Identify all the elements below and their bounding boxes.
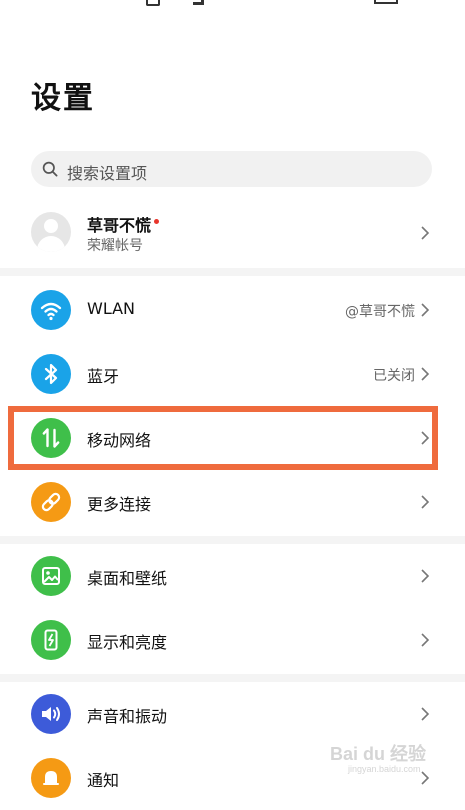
bell-icon <box>31 758 71 798</box>
settings-item-wallpaper[interactable]: 桌面和壁纸 <box>0 544 465 608</box>
settings-item-label: 显示和亮度 <box>87 633 168 652</box>
search-bar[interactable]: 搜索设置项 <box>31 151 432 187</box>
settings-item-value: @草哥不慌 <box>345 304 415 320</box>
status-icon <box>146 0 160 6</box>
settings-item-label: 通知 <box>87 771 120 790</box>
status-icon <box>193 0 204 5</box>
search-icon <box>42 161 58 177</box>
notification-dot <box>154 219 159 224</box>
chevron-right-icon <box>421 569 430 583</box>
display-icon <box>31 620 71 660</box>
settings-item-value: 已关闭 <box>373 368 415 384</box>
chevron-right-icon <box>421 495 430 509</box>
chevron-right-icon <box>421 303 430 317</box>
wallpaper-icon <box>31 556 71 596</box>
page-title: 设置 <box>31 81 95 116</box>
link-icon <box>31 482 71 522</box>
section-divider <box>0 268 465 276</box>
settings-item-label: 更多连接 <box>87 495 152 514</box>
wifi-icon <box>31 290 71 330</box>
status-bar <box>0 0 465 14</box>
watermark-text: Bai du 经验 <box>330 744 427 764</box>
chevron-right-icon <box>421 707 430 721</box>
settings-item-sound[interactable]: 声音和振动 <box>0 682 465 746</box>
settings-item-label: 蓝牙 <box>87 367 120 386</box>
settings-item-display[interactable]: 显示和亮度 <box>0 608 465 672</box>
section-divider <box>0 674 465 682</box>
settings-item-wlan[interactable]: WLAN @草哥不慌 <box>0 278 465 342</box>
settings-item-more-connections[interactable]: 更多连接 <box>0 470 465 534</box>
highlight-box <box>8 406 438 470</box>
battery-icon <box>374 0 398 4</box>
chevron-right-icon <box>421 367 430 381</box>
settings-item-label: 桌面和壁纸 <box>87 569 168 588</box>
watermark-logo: Bai du 经验 jingyan.baidu.com <box>330 738 440 782</box>
avatar <box>31 212 71 252</box>
account-row[interactable]: 草哥不慌 荣耀帐号 <box>0 207 465 265</box>
settings-item-label: 声音和振动 <box>87 707 168 726</box>
account-name: 草哥不慌 <box>87 216 152 235</box>
watermark-sub: jingyan.baidu.com <box>348 764 421 774</box>
settings-item-label: WLAN <box>87 299 136 318</box>
section-divider <box>0 536 465 544</box>
account-subtitle: 荣耀帐号 <box>87 238 143 254</box>
search-placeholder: 搜索设置项 <box>67 164 148 183</box>
sound-icon <box>31 694 71 734</box>
bluetooth-icon <box>31 354 71 394</box>
chevron-right-icon <box>421 633 430 647</box>
chevron-right-icon <box>421 226 430 240</box>
settings-item-bluetooth[interactable]: 蓝牙 已关闭 <box>0 342 465 406</box>
